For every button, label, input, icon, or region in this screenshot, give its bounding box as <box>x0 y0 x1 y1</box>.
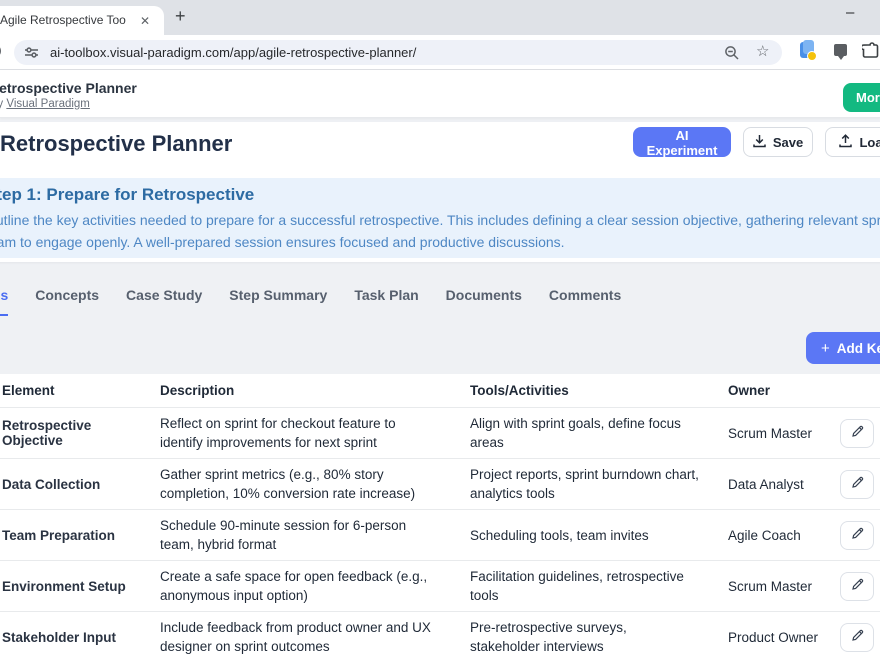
cell-owner: Scrum Master <box>728 426 840 441</box>
browser-tab-title: Agile Retrospective Tool | P <box>0 13 126 27</box>
site-info-icon[interactable] <box>24 45 39 65</box>
browser-tab-strip: Agile Retrospective Tool | P ✕ + – <box>0 0 880 35</box>
byline-prefix: by <box>0 98 3 110</box>
tab-activities[interactable]: Activities <box>0 287 8 316</box>
browser-tab[interactable]: Agile Retrospective Tool | P ✕ <box>0 6 164 35</box>
cell-owner: Product Owner <box>728 630 840 645</box>
add-key-activity-button[interactable]: + Add Key Activity <box>806 332 880 364</box>
address-bar[interactable]: ai-toolbox.visual-paradigm.com/app/agile… <box>14 40 782 65</box>
col-header-description: Description <box>160 383 470 398</box>
edit-button[interactable] <box>840 572 874 601</box>
step-heading: Step 1: Prepare for Retrospective <box>0 185 254 205</box>
tab-concepts[interactable]: Concepts <box>35 287 99 316</box>
ai-experiment-button[interactable]: AI Experiment <box>633 127 731 157</box>
app-window: Agile Retrospective Tool | P ✕ + – ai-to… <box>0 0 880 660</box>
table-row: Stakeholder Input Include feedback from … <box>0 611 880 660</box>
pencil-icon <box>851 476 864 492</box>
save-button[interactable]: Save <box>743 127 813 157</box>
tab-comments[interactable]: Comments <box>549 287 621 316</box>
download-icon <box>753 134 766 151</box>
edit-button[interactable] <box>840 521 874 550</box>
more-button[interactable]: More <box>843 83 880 112</box>
cell-tools: Align with sprint goals, define focus ar… <box>470 414 728 452</box>
pencil-icon <box>851 527 864 543</box>
col-header-tools: Tools/Activities <box>470 383 728 398</box>
upload-icon <box>839 134 852 151</box>
table-row: Team Preparation Schedule 90-minute sess… <box>0 509 880 560</box>
table-row: Data Collection Gather sprint metrics (e… <box>0 458 880 509</box>
cell-description: Gather sprint metrics (e.g., 80% story c… <box>160 465 470 503</box>
cell-description: Reflect on sprint for checkout feature t… <box>160 414 470 452</box>
pencil-icon <box>851 578 864 594</box>
minimize-icon[interactable]: – <box>846 4 854 21</box>
cell-element: Team Preparation <box>2 528 160 543</box>
step-banner: Step 1: Prepare for Retrospective Outlin… <box>0 178 880 258</box>
cell-element: Data Collection <box>2 477 160 492</box>
col-header-element: Element <box>2 383 160 398</box>
edit-button[interactable] <box>840 623 874 652</box>
table-row: Retrospective Objective Reflect on sprin… <box>0 407 880 458</box>
load-button[interactable]: Load <box>825 127 880 157</box>
page-title: Retrospective Planner <box>0 131 232 157</box>
tab-task-plan[interactable]: Task Plan <box>354 287 418 316</box>
cell-element: Environment Setup <box>2 579 160 594</box>
reload-icon[interactable] <box>0 44 1 58</box>
edit-button[interactable] <box>840 470 874 499</box>
site-header: Retrospective Planner by Visual Paradigm… <box>0 70 880 118</box>
tab-bar: Activities Concepts Case Study Step Summ… <box>0 287 621 316</box>
cell-description: Create a safe space for open feedback (e… <box>160 567 470 605</box>
close-icon[interactable]: ✕ <box>136 12 154 30</box>
pencil-icon <box>851 629 864 645</box>
step-description: Outline the key activities needed to pre… <box>0 209 880 253</box>
add-key-activity-label: Add Key Activity <box>837 341 880 356</box>
col-header-owner: Owner <box>728 383 840 398</box>
cell-description: Schedule 90-minute session for 6-person … <box>160 516 470 554</box>
save-button-label: Save <box>773 135 803 150</box>
cell-owner: Scrum Master <box>728 579 840 594</box>
load-button-label: Load <box>859 135 880 150</box>
new-tab-icon[interactable]: + <box>169 4 192 29</box>
pencil-icon <box>851 425 864 441</box>
edit-button[interactable] <box>840 419 874 448</box>
activities-table: Element Description Tools/Activities Own… <box>0 374 880 660</box>
tab-step-summary[interactable]: Step Summary <box>229 287 327 316</box>
url-text: ai-toolbox.visual-paradigm.com/app/agile… <box>50 45 416 60</box>
cell-element: Stakeholder Input <box>2 630 160 645</box>
cell-owner: Agile Coach <box>728 528 840 543</box>
site-title: Retrospective Planner <box>0 80 137 96</box>
cell-tools: Scheduling tools, team invites <box>470 526 728 545</box>
table-header-row: Element Description Tools/Activities Own… <box>0 374 880 407</box>
cell-tools: Project reports, sprint burndown chart, … <box>470 465 728 503</box>
cell-tools: Pre-retrospective surveys, stakeholder i… <box>470 618 728 656</box>
cell-tools: Facilitation guidelines, retrospective t… <box>470 567 728 605</box>
plus-icon: + <box>821 340 830 357</box>
docs-extension-icon[interactable] <box>800 42 813 58</box>
cell-description: Include feedback from product owner and … <box>160 618 470 656</box>
byline: by Visual Paradigm <box>0 98 90 110</box>
tab-documents[interactable]: Documents <box>446 287 522 316</box>
cell-element: Retrospective Objective <box>2 418 160 448</box>
bookmark-star-icon[interactable]: ☆ <box>756 42 769 60</box>
zoom-out-icon[interactable] <box>724 45 740 66</box>
tab-case-study[interactable]: Case Study <box>126 287 202 316</box>
adblock-extension-icon[interactable] <box>834 44 847 56</box>
extensions-icon[interactable] <box>862 42 879 65</box>
cell-owner: Data Analyst <box>728 477 840 492</box>
visual-paradigm-link[interactable]: Visual Paradigm <box>6 98 90 110</box>
table-row: Environment Setup Create a safe space fo… <box>0 560 880 611</box>
browser-toolbar: ai-toolbox.visual-paradigm.com/app/agile… <box>0 35 880 70</box>
